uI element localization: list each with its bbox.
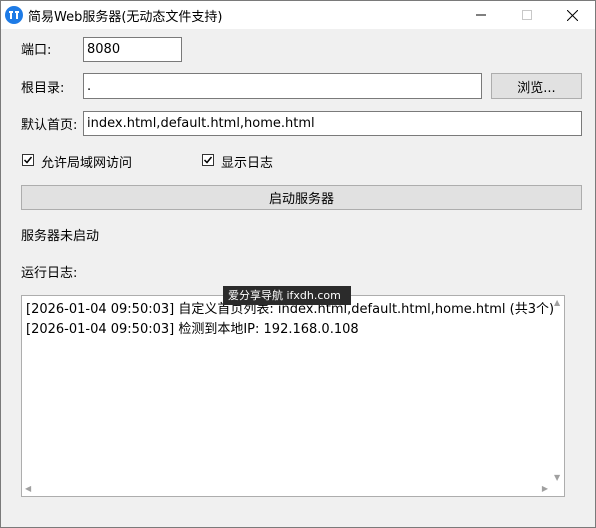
root-dir-label: 根目录: — [21, 81, 65, 96]
checkmark-icon — [203, 156, 213, 164]
port-label: 端口: — [21, 43, 52, 58]
lan-access-label[interactable]: 允许局域网访问 — [41, 152, 132, 171]
maximize-icon — [522, 10, 532, 20]
scroll-left-icon[interactable]: ◀ — [25, 484, 31, 493]
minimize-button[interactable] — [458, 1, 504, 29]
log-lines: [2026-01-04 09:50:03] 自定义首页列表: index.htm… — [26, 300, 554, 340]
lan-access-checkbox[interactable] — [22, 154, 34, 166]
default-index-label: 默认首页: — [21, 118, 78, 133]
vertical-scrollbar[interactable]: ▲ ▼ — [551, 296, 564, 482]
scroll-down-icon[interactable]: ▼ — [554, 473, 560, 482]
show-log-checkbox[interactable] — [202, 154, 214, 166]
checkmark-icon — [23, 156, 33, 164]
scroll-up-icon[interactable]: ▲ — [554, 298, 560, 307]
browse-button[interactable]: 浏览... — [491, 73, 582, 99]
log-label: 运行日志: — [21, 266, 78, 281]
default-index-input[interactable]: index.html,default.html,home.html — [83, 111, 582, 136]
log-line: [2026-01-04 09:50:03] 检测到本地IP: 192.168.0… — [26, 322, 359, 337]
log-textarea[interactable]: [2026-01-04 09:50:03] 自定义首页列表: index.htm… — [21, 295, 565, 497]
browse-button-label: 浏览... — [517, 80, 556, 96]
window-title: 简易Web服务器(无动态文件支持) — [28, 10, 223, 25]
close-icon — [566, 9, 578, 21]
port-input[interactable]: 8080 — [83, 37, 182, 62]
default-index-value: index.html,default.html,home.html — [87, 116, 315, 131]
watermark-overlay: 爱分享导航 ifxdh.com — [223, 286, 351, 305]
horizontal-scrollbar[interactable]: ◀ ▶ — [22, 482, 552, 496]
show-log-label[interactable]: 显示日志 — [221, 152, 273, 171]
server-status-text: 服务器未启动 — [21, 229, 100, 244]
start-server-button[interactable]: 启动服务器 — [21, 185, 582, 210]
title-bar[interactable]: 简易Web服务器(无动态文件支持) — [1, 1, 595, 29]
close-button[interactable] — [549, 1, 595, 29]
root-dir-value: . — [87, 78, 92, 94]
app-logo-icon — [5, 6, 23, 24]
port-value: 8080 — [87, 42, 121, 57]
scroll-right-icon[interactable]: ▶ — [542, 484, 548, 493]
minimize-icon — [476, 14, 486, 16]
root-dir-input[interactable]: . — [83, 73, 482, 99]
app-window: 简易Web服务器(无动态文件支持) 端口: 8080 根目录: . 浏览... — [0, 0, 596, 528]
start-server-label: 启动服务器 — [268, 192, 334, 207]
maximize-button[interactable] — [504, 1, 550, 29]
